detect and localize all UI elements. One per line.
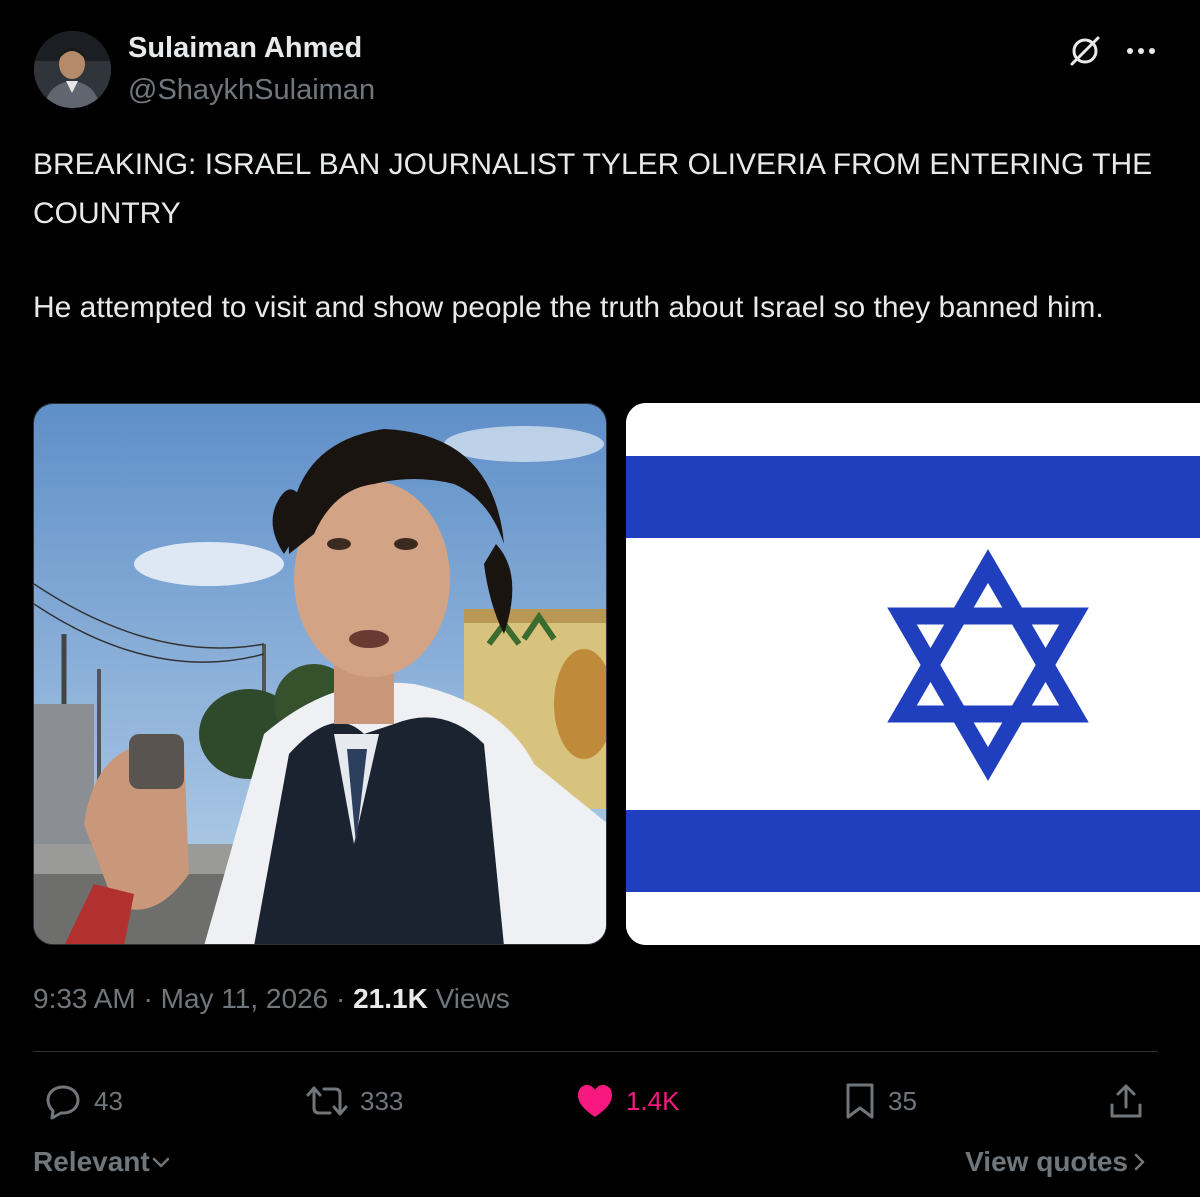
tweet-time[interactable]: 9:33 AM	[33, 983, 136, 1014]
reply-button[interactable]: 43	[44, 1080, 123, 1122]
grok-icon[interactable]	[1068, 34, 1102, 68]
media-image-flag[interactable]	[626, 403, 1200, 945]
avatar-photo	[34, 31, 111, 108]
reply-icon	[46, 1085, 80, 1120]
flag-top-stripe	[626, 456, 1200, 538]
like-button[interactable]: 1.4K	[576, 1080, 680, 1122]
sort-replies-dropdown[interactable]: Relevant	[33, 1146, 172, 1178]
views-count: 21.1K	[353, 983, 428, 1014]
share-icon	[1110, 1084, 1142, 1118]
author-handle[interactable]: @ShaykhSulaiman	[128, 74, 375, 107]
chevron-down-icon	[152, 1157, 169, 1168]
retweet-count: 333	[360, 1085, 404, 1116]
view-quotes-link[interactable]: View quotes	[965, 1146, 1150, 1178]
more-icon[interactable]	[1124, 38, 1158, 64]
author-display-name[interactable]: Sulaiman Ahmed	[128, 32, 362, 65]
tweet-text-headline: BREAKING: ISRAEL BAN JOURNALIST TYLER OL…	[33, 148, 1153, 230]
meta-separator: ·	[328, 983, 354, 1014]
retweet-icon	[306, 1086, 348, 1116]
bookmark-count: 35	[888, 1085, 917, 1116]
flag-bottom-stripe	[626, 810, 1200, 892]
view-quotes-label: View quotes	[965, 1146, 1128, 1177]
meta-separator: ·	[135, 983, 161, 1014]
bookmark-icon	[846, 1083, 874, 1119]
media-photo-journalist[interactable]	[33, 403, 607, 945]
avatar[interactable]	[34, 31, 111, 108]
share-button[interactable]	[1108, 1080, 1144, 1122]
chevron-right-icon	[1134, 1153, 1145, 1171]
views-label: Views	[427, 983, 510, 1014]
reply-count: 43	[94, 1085, 123, 1116]
tweet-text-body: He attempted to visit and show people th…	[33, 291, 1104, 324]
heart-icon	[578, 1085, 612, 1117]
divider	[33, 1051, 1158, 1052]
sort-label: Relevant	[33, 1146, 150, 1177]
retweet-button[interactable]: 333	[306, 1080, 403, 1122]
bookmark-button[interactable]: 35	[844, 1080, 917, 1122]
tweet-text: BREAKING: ISRAEL BAN JOURNALIST TYLER OL…	[33, 140, 1173, 332]
like-count: 1.4K	[626, 1085, 680, 1116]
tweet-meta: 9:33 AM · May 11, 2026 · 21.1K Views	[33, 983, 510, 1015]
tweet-date[interactable]: May 11, 2026	[161, 983, 329, 1014]
